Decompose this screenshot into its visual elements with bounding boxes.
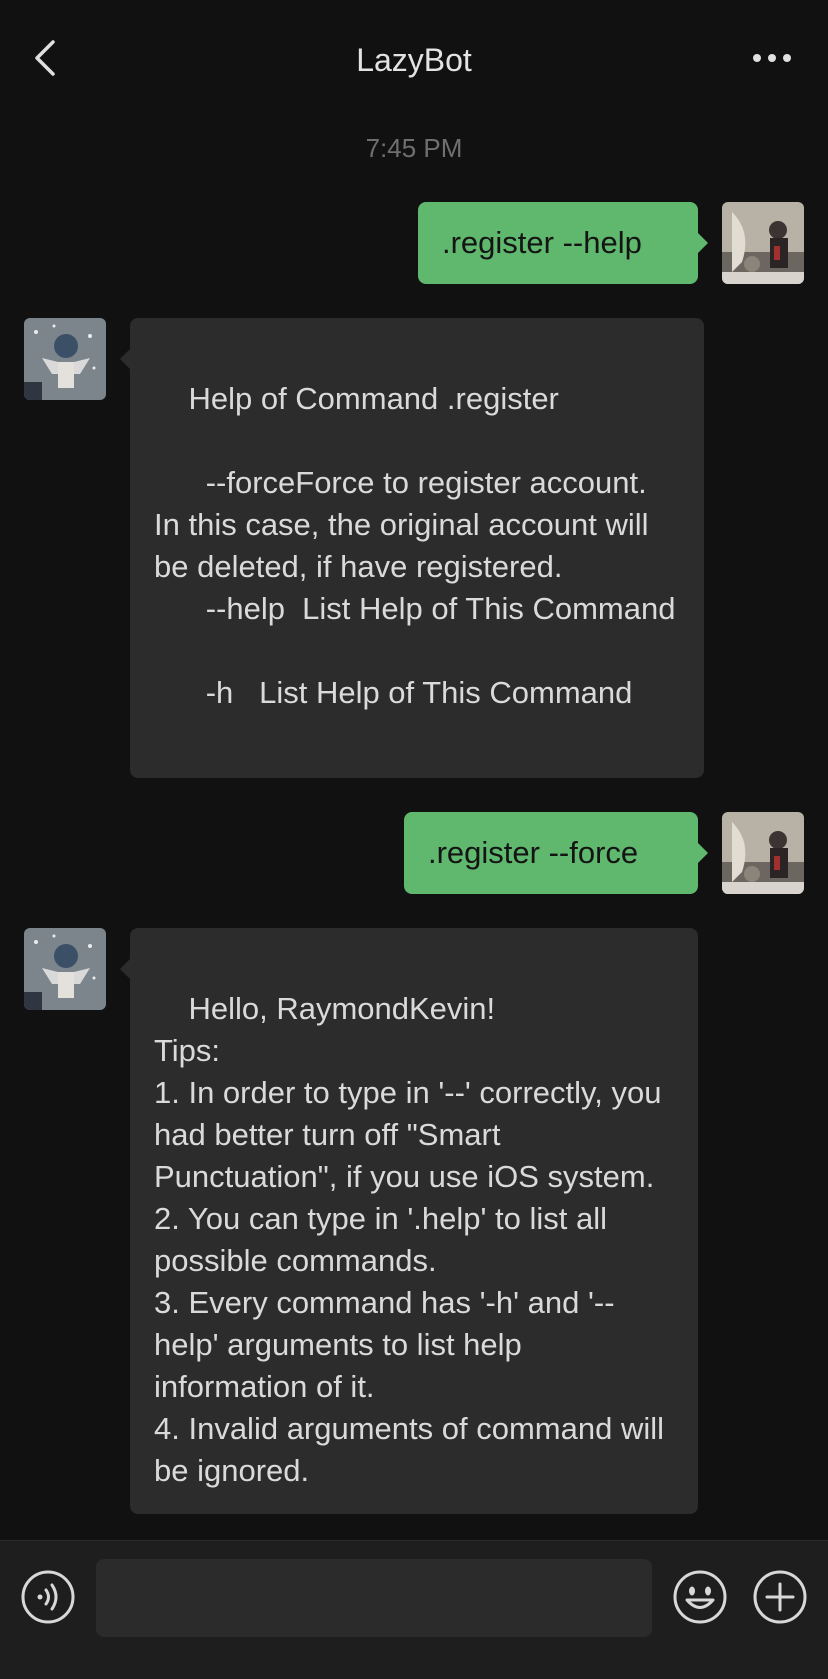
- message-timestamp: 7:45 PM: [365, 133, 463, 163]
- message-text: Hello, RaymondKevin! Tips: 1. In order t…: [154, 991, 665, 1488]
- voice-icon: [20, 1570, 76, 1629]
- chat-screen: LazyBot 7:45 PM .register --help Help of…: [0, 0, 828, 1679]
- message-text: .register --force: [428, 835, 639, 870]
- bubble-tail: [698, 233, 708, 253]
- chat-title: LazyBot: [356, 42, 472, 78]
- plus-icon: [752, 1570, 808, 1629]
- bot-avatar[interactable]: [24, 928, 106, 1010]
- more-options-button[interactable]: [744, 36, 800, 82]
- message-text: Help of Command .register --forceForce t…: [154, 381, 676, 710]
- outgoing-message-bubble[interactable]: .register --help: [418, 202, 698, 284]
- voice-button[interactable]: [20, 1569, 76, 1625]
- bubble-tail: [120, 959, 130, 979]
- emoji-icon: [672, 1570, 728, 1629]
- bubble-tail: [120, 349, 130, 369]
- bubble-tail: [698, 843, 708, 863]
- user-avatar[interactable]: [722, 202, 804, 284]
- emoji-button[interactable]: [672, 1569, 728, 1625]
- message-input[interactable]: [96, 1559, 652, 1637]
- chevron-left-icon: [33, 38, 57, 83]
- more-dots-icon: [752, 50, 792, 68]
- chat-header: LazyBot: [0, 0, 828, 120]
- incoming-message-bubble[interactable]: Help of Command .register --forceForce t…: [130, 318, 704, 778]
- incoming-message-bubble[interactable]: Hello, RaymondKevin! Tips: 1. In order t…: [130, 928, 698, 1514]
- message-input-bar: [0, 1540, 828, 1679]
- back-button[interactable]: [20, 30, 70, 90]
- outgoing-message-bubble[interactable]: .register --force: [404, 812, 698, 894]
- bot-avatar[interactable]: [24, 318, 106, 400]
- user-avatar[interactable]: [722, 812, 804, 894]
- plus-button[interactable]: [752, 1569, 808, 1625]
- message-text: .register --help: [442, 225, 642, 260]
